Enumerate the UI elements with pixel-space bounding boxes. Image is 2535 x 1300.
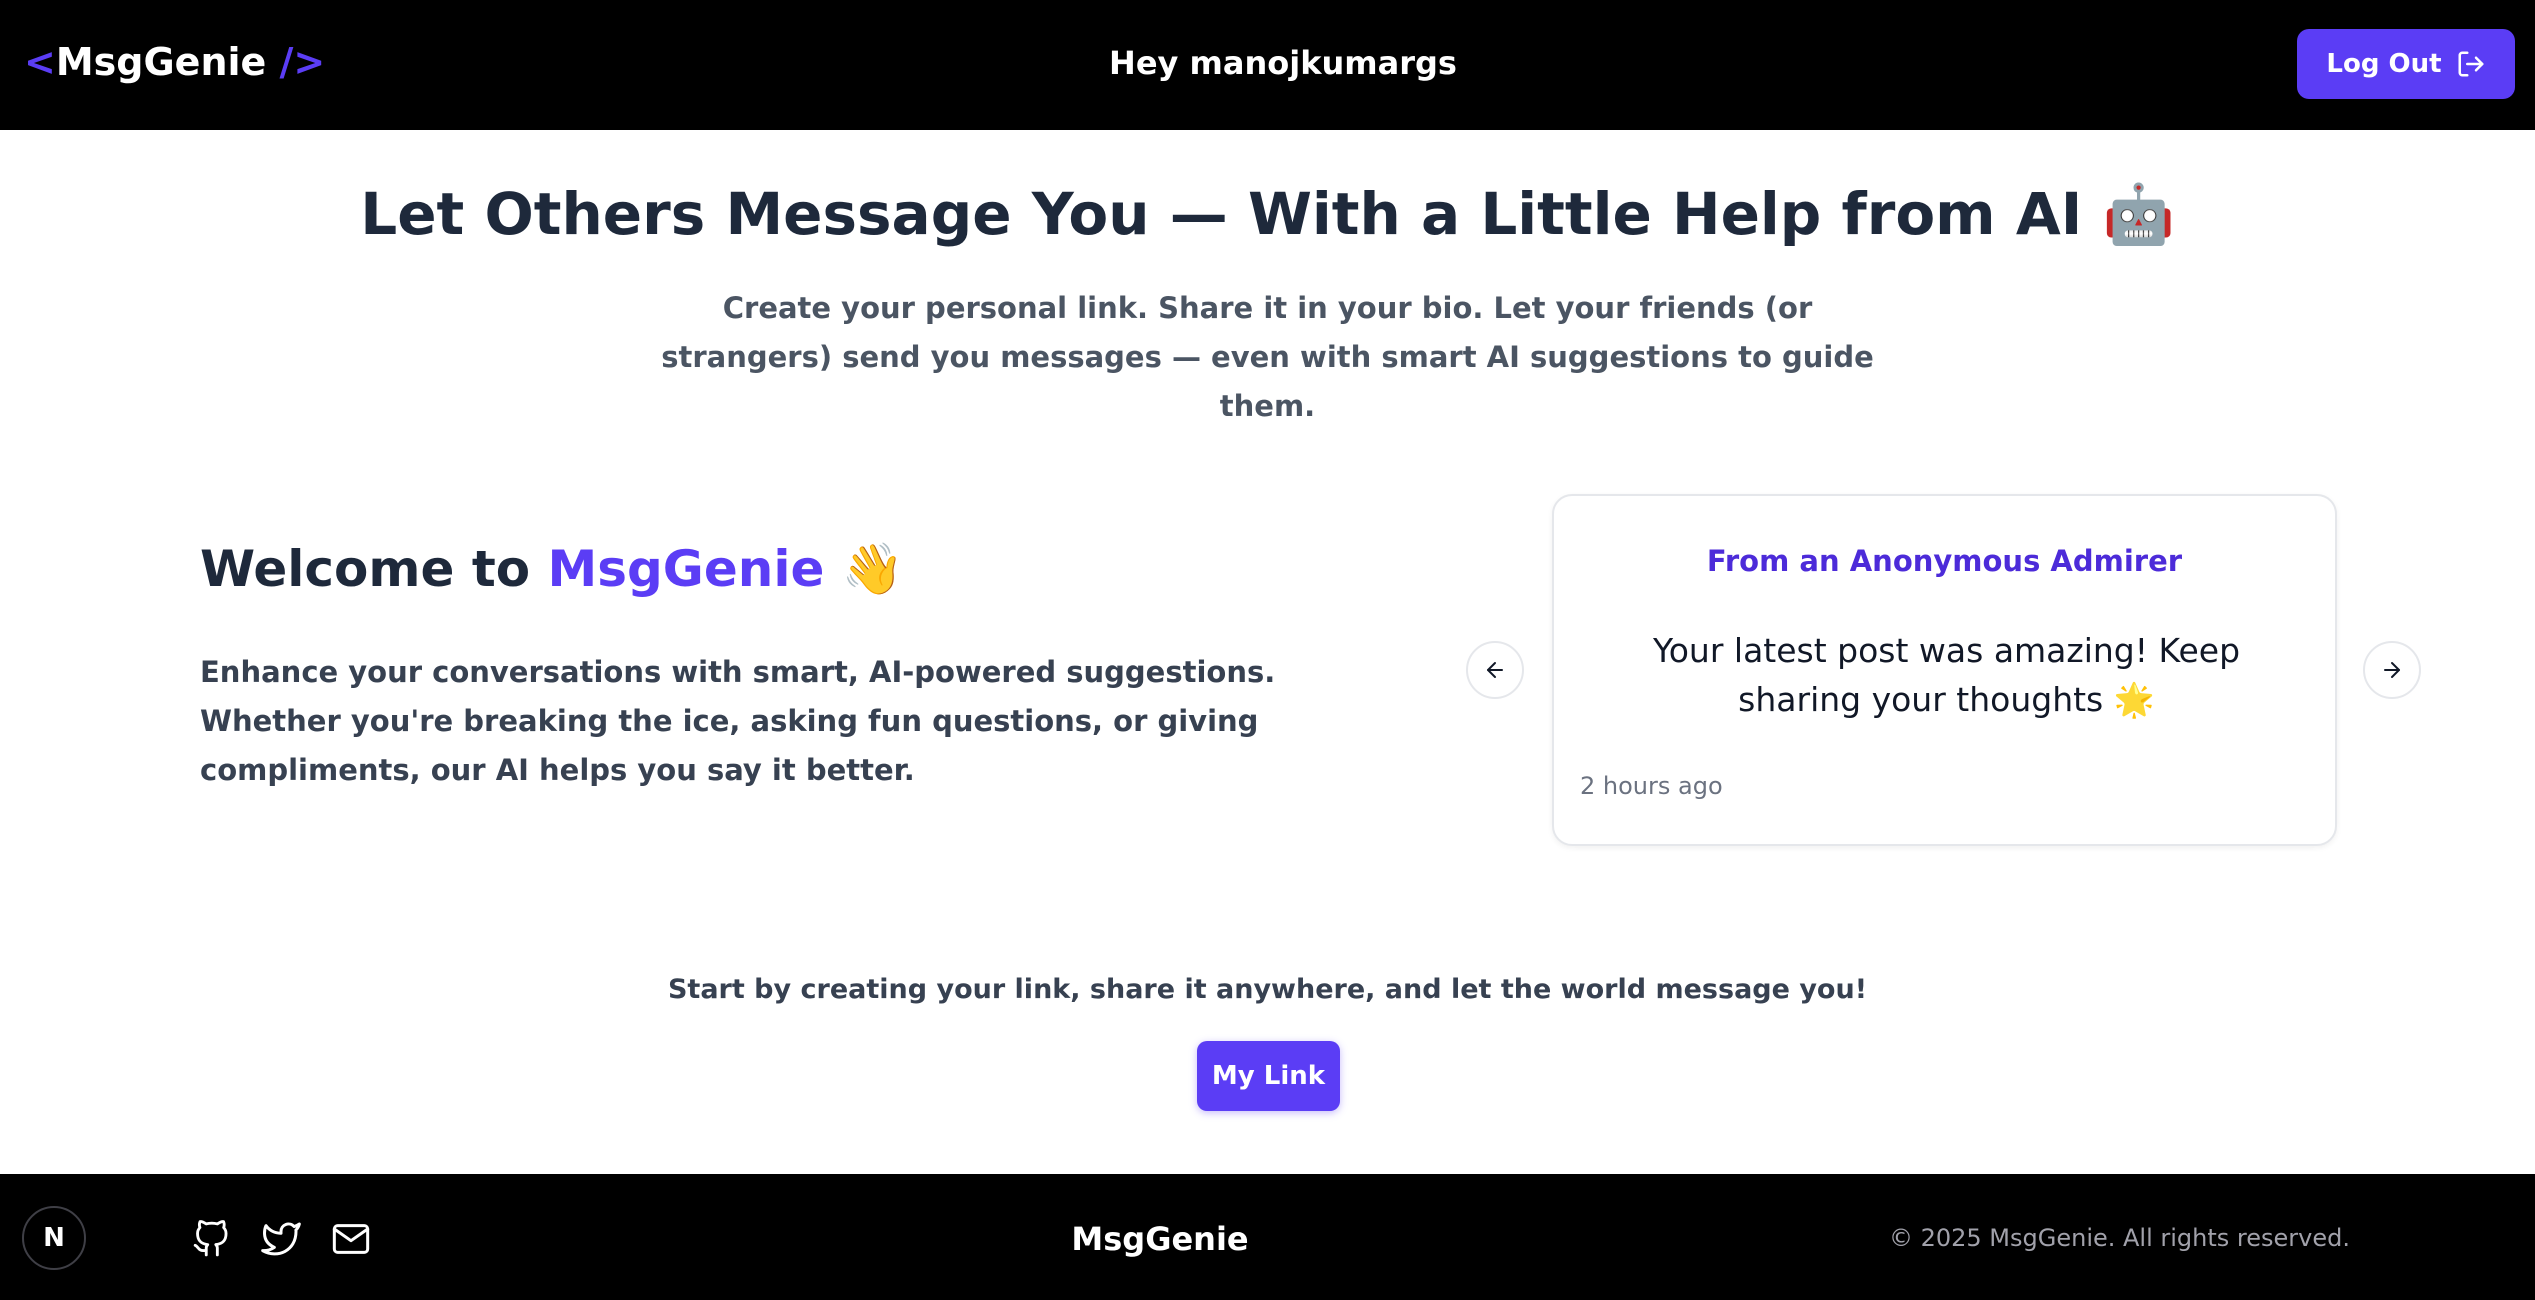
message-card-time: 2 hours ago xyxy=(1580,772,1723,800)
hero-subtitle: Create your personal link. Share it in y… xyxy=(661,291,1874,423)
twitter-icon xyxy=(261,1222,301,1256)
waving-hand-icon: 👋 xyxy=(841,540,905,598)
carousel-prev-button[interactable] xyxy=(1466,641,1524,699)
message-card-title: From an Anonymous Admirer xyxy=(1706,544,2183,578)
carousel-next-button[interactable] xyxy=(2363,641,2421,699)
welcome-brand: MsgGenie xyxy=(547,540,825,598)
copyright-text: © 2025 MsgGenie. All rights reserved. xyxy=(1888,1224,2350,1252)
github-icon xyxy=(193,1220,228,1257)
twitter-link[interactable] xyxy=(260,1218,302,1260)
logo-close-bracket: /> xyxy=(266,40,326,84)
logout-icon xyxy=(2458,51,2484,77)
mail-link[interactable] xyxy=(330,1218,372,1260)
footer-brand: MsgGenie xyxy=(1071,1220,1249,1258)
app-logo[interactable]: <MsgGenie /> xyxy=(24,40,325,84)
arrow-right-icon xyxy=(2384,662,2400,678)
logout-button[interactable]: Log Out xyxy=(2297,29,2515,99)
nextjs-badge-icon[interactable]: N xyxy=(22,1206,86,1270)
footer: N MsgGenie © 2025 MsgGenie. All rights r… xyxy=(0,1174,2535,1300)
logout-label: Log Out xyxy=(2326,49,2442,79)
cta-text: Start by creating your link, share it an… xyxy=(667,974,1868,1005)
github-link[interactable] xyxy=(190,1218,232,1260)
welcome-heading: Welcome to MsgGenie 👋 xyxy=(200,540,904,599)
robot-icon: 🤖 xyxy=(2102,180,2175,248)
logo-text: MsgGenie xyxy=(55,40,267,84)
hero-title-text: Let Others Message You — With a Little H… xyxy=(360,180,2083,248)
logo-open-bracket: < xyxy=(24,40,56,84)
welcome-description: Enhance your conversations with smart, A… xyxy=(200,655,1276,787)
arrow-left-icon xyxy=(1487,662,1503,678)
hero-title: Let Others Message You — With a Little H… xyxy=(0,180,2535,249)
top-navbar: <MsgGenie /> Hey manojkumargs Log Out xyxy=(0,0,2535,130)
message-card-text: Your latest post was amazing! Keep shari… xyxy=(1652,631,2241,719)
user-greeting: Hey manojkumargs xyxy=(1109,44,1457,82)
mail-icon xyxy=(332,1224,370,1254)
my-link-button[interactable]: My Link xyxy=(1197,1041,1340,1111)
message-card: From an Anonymous Admirer Your latest po… xyxy=(1552,494,2337,846)
welcome-prefix: Welcome to xyxy=(200,540,548,598)
